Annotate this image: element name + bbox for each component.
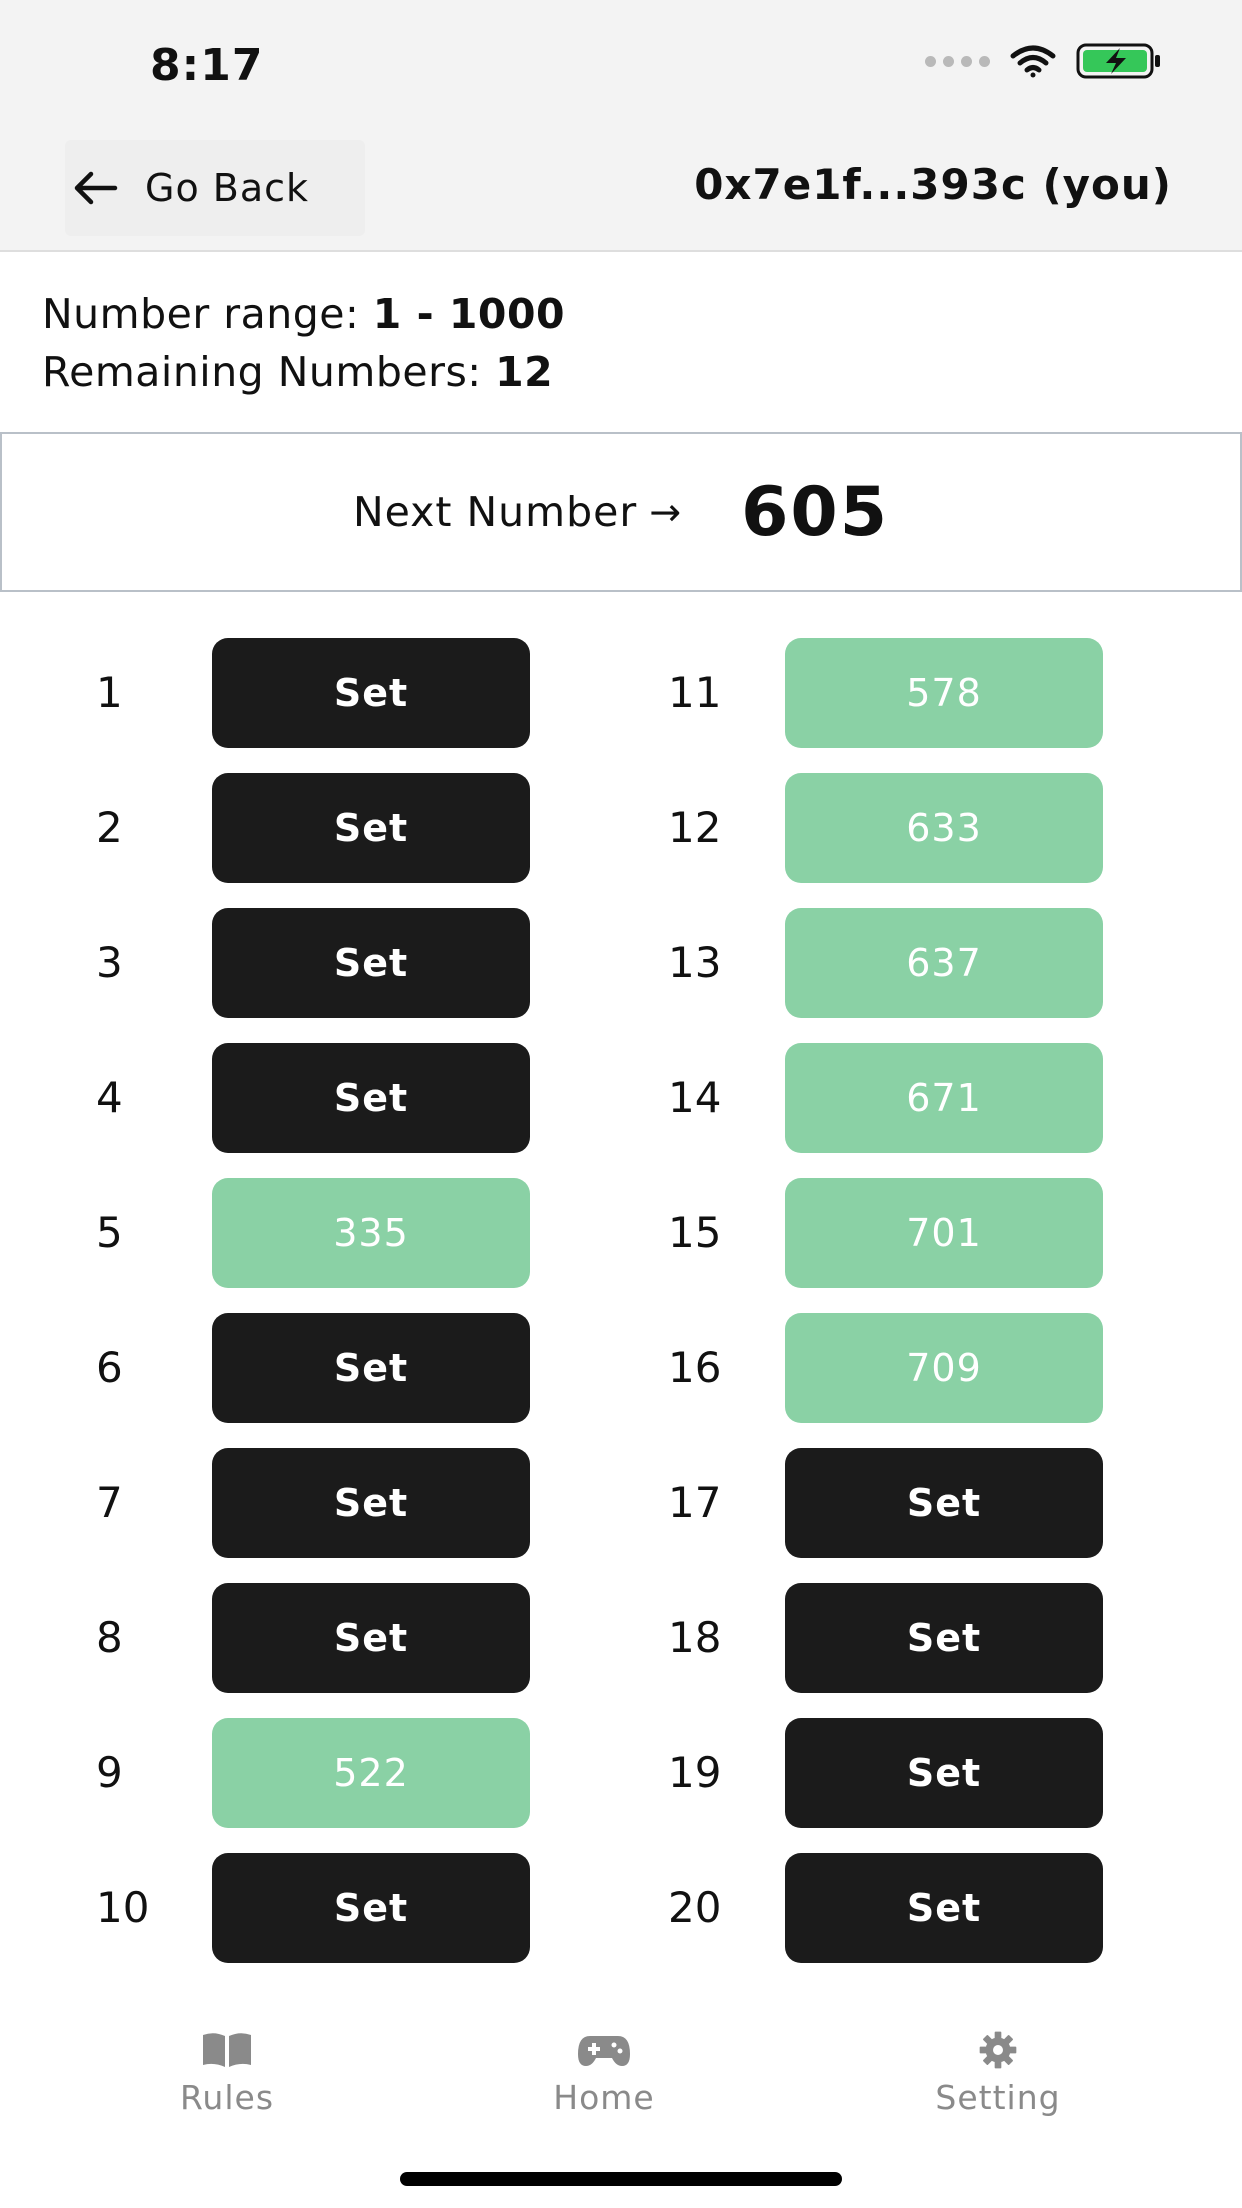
filled-slot-value: 522 [212,1718,530,1828]
arrow-right-icon: → [649,490,682,534]
battery-charging-icon [1076,43,1160,79]
number-range-label: Number range: [42,290,373,338]
top-bar: 8:17 Go Back 0x7e1f...393c (you) [0,0,1242,252]
set-slot-button[interactable]: Set [212,1448,530,1558]
tab-rules-label: Rules [179,2078,275,2117]
signal-icon [925,55,990,67]
set-slot-button[interactable]: Set [212,1853,530,1963]
set-slot-button[interactable]: Set [212,908,530,1018]
filled-slot-value: 578 [785,638,1103,748]
next-number-panel: Next Number → 605 [0,432,1242,592]
status-indicators [925,42,1162,80]
remaining-numbers-value: 12 [495,348,554,396]
gear-icon [979,2031,1017,2069]
filled-slot-value: 701 [785,1178,1103,1288]
wifi-icon [1010,45,1056,78]
slot-number: 11 [668,668,722,717]
status-time: 8:17 [150,40,264,91]
filled-slot-value: 335 [212,1178,530,1288]
set-slot-button[interactable]: Set [212,638,530,748]
tab-home-label: Home [553,2078,655,2117]
slot-number: 9 [96,1748,123,1797]
go-back-label: Go Back [145,166,310,210]
slot-number: 15 [668,1208,722,1257]
slot-number: 3 [96,938,123,987]
filled-slot-value: 637 [785,908,1103,1018]
slot-number: 8 [96,1613,123,1662]
slot-number: 20 [668,1883,722,1932]
game-info: Number range: 1 - 1000 Remaining Numbers… [42,285,565,401]
go-back-button[interactable]: Go Back [65,140,365,236]
account-address: 0x7e1f...393c (you) [694,160,1172,209]
set-slot-button[interactable]: Set [212,773,530,883]
arrow-left-icon [73,170,119,206]
set-slot-button[interactable]: Set [785,1583,1103,1693]
number-range-line: Number range: 1 - 1000 [42,285,565,343]
tab-setting-label: Setting [935,2078,1061,2117]
slot-number: 7 [96,1478,123,1527]
next-number-value: 605 [741,472,890,552]
slot-number: 14 [668,1073,722,1122]
filled-slot-value: 709 [785,1313,1103,1423]
set-slot-button[interactable]: Set [212,1583,530,1693]
tab-home[interactable]: Home [454,2030,754,2117]
home-indicator [400,2172,842,2186]
slot-number: 17 [668,1478,722,1527]
remaining-numbers-label: Remaining Numbers: [42,348,496,396]
remaining-numbers-line: Remaining Numbers: 12 [42,343,565,401]
slot-number: 2 [96,803,123,852]
set-slot-button[interactable]: Set [212,1043,530,1153]
slot-number: 18 [668,1613,722,1662]
slot-number: 16 [668,1343,722,1392]
slot-number: 12 [668,803,722,852]
next-number-label: Next Number [352,488,638,536]
tab-setting[interactable]: Setting [848,2030,1148,2117]
number-range-value: 1 - 1000 [372,290,566,338]
slot-number: 5 [96,1208,123,1257]
set-slot-button[interactable]: Set [785,1448,1103,1558]
set-slot-button[interactable]: Set [785,1718,1103,1828]
slot-number: 6 [96,1343,123,1392]
tab-rules[interactable]: Rules [77,2030,377,2117]
set-slot-button[interactable]: Set [785,1853,1103,1963]
tab-bar: Rules Home Setting [0,2030,1242,2180]
set-slot-button[interactable]: Set [212,1313,530,1423]
slot-number: 13 [668,938,722,987]
book-icon [203,2033,251,2067]
filled-slot-value: 633 [785,773,1103,883]
slot-number: 19 [668,1748,722,1797]
slot-number: 1 [96,668,123,717]
gamepad-icon [578,2036,630,2066]
slot-number: 4 [96,1073,123,1122]
filled-slot-value: 671 [785,1043,1103,1153]
slot-number: 10 [96,1883,150,1932]
